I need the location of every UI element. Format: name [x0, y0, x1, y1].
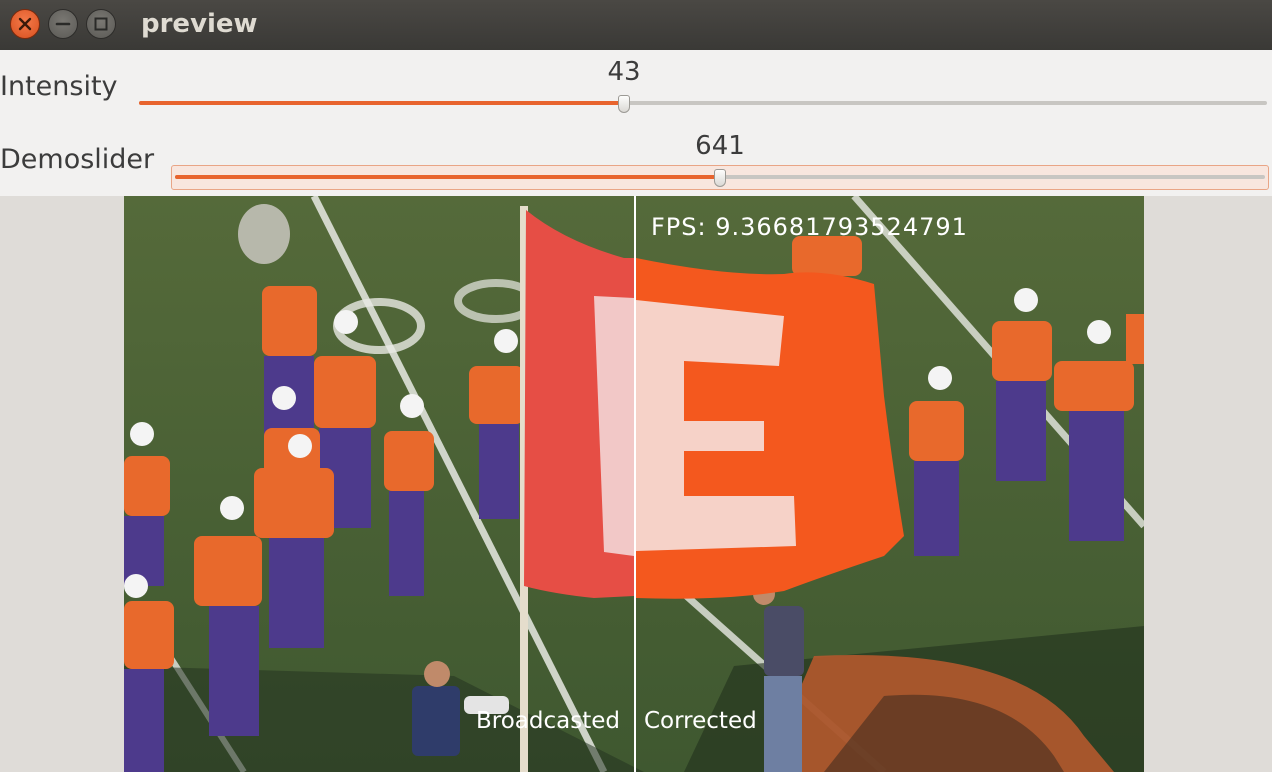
maximize-button[interactable]: [86, 9, 116, 39]
demoslider-slider-handle[interactable]: [714, 169, 726, 187]
maximize-icon: [94, 17, 108, 31]
fps-readout: FPS: 9.36681793524791: [651, 213, 968, 241]
comparison-divider: [634, 196, 636, 772]
minimize-button[interactable]: [48, 9, 78, 39]
video-frame: FPS: 9.36681793524791 Broadcasted Correc…: [124, 196, 1144, 772]
close-icon: [18, 17, 32, 31]
window-title: preview: [141, 9, 258, 39]
intensity-slider[interactable]: [139, 101, 1267, 105]
broadcasted-label: Broadcasted: [476, 708, 620, 734]
minimize-icon: [55, 22, 71, 26]
intensity-slider-fill: [139, 101, 624, 105]
controls-panel: Intensity 43 Demoslider 641: [0, 50, 1272, 196]
title-bar: preview: [0, 0, 1272, 50]
intensity-label: Intensity: [0, 71, 118, 102]
demoslider-slider-fill: [175, 175, 720, 179]
demoslider-value: 641: [695, 131, 745, 161]
intensity-value: 43: [607, 57, 641, 87]
intensity-slider-handle[interactable]: [618, 95, 630, 113]
corrected-label: Corrected: [644, 708, 757, 734]
close-button[interactable]: [10, 9, 40, 39]
demoslider-label: Demoslider: [0, 144, 155, 175]
